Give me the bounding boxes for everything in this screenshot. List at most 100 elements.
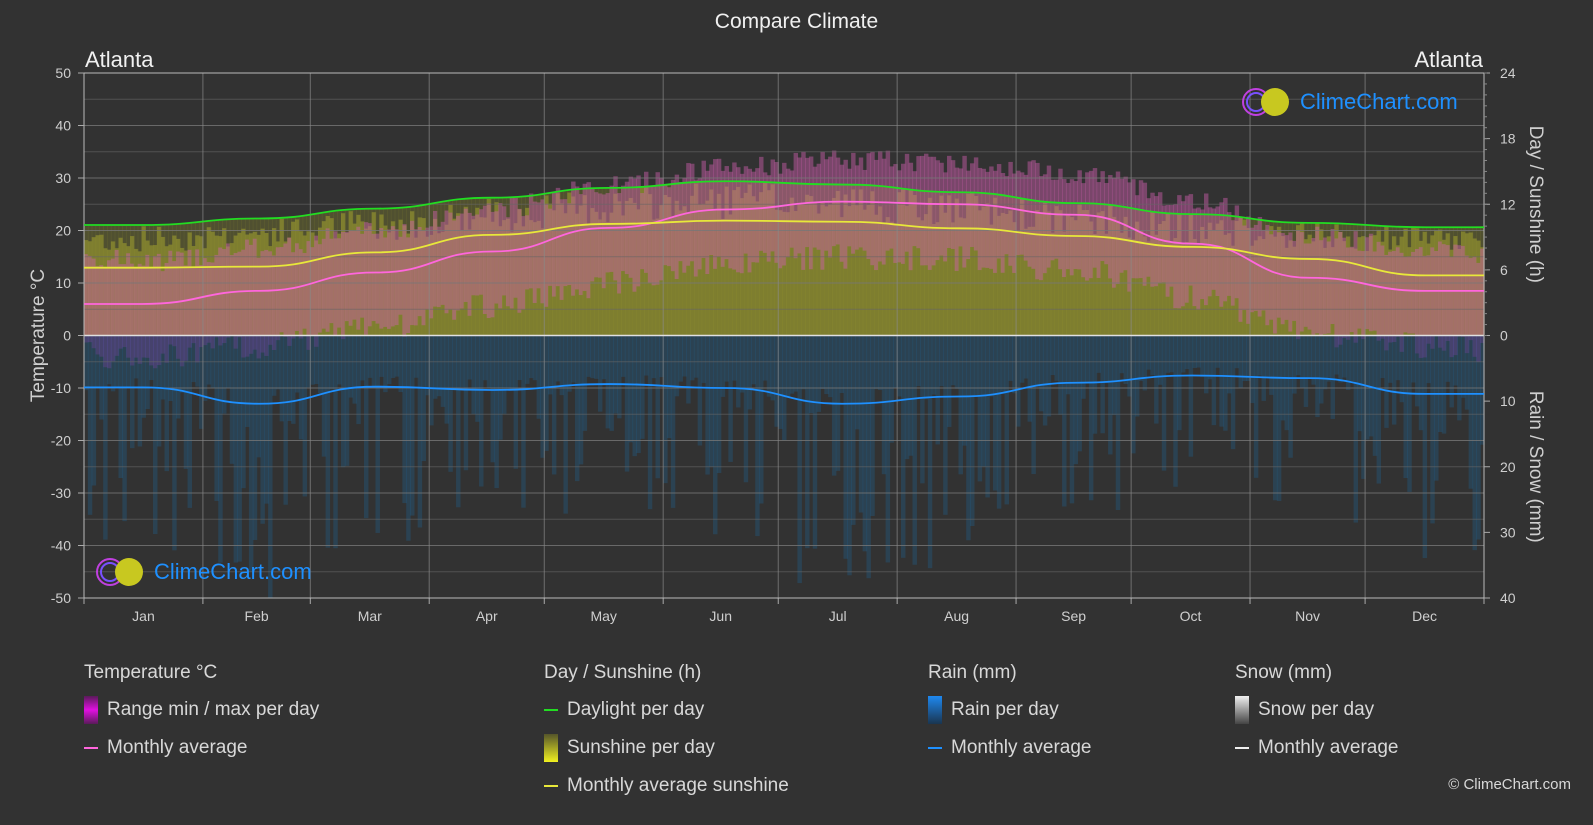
temp-range-bar	[801, 151, 806, 270]
legend-label: Daylight per day	[567, 699, 705, 720]
temp-range-bar	[1115, 171, 1121, 284]
temp-range-bar	[663, 184, 668, 266]
line-swatch-icon	[928, 747, 942, 749]
rain-bar	[532, 335, 538, 381]
rain-bar	[248, 335, 254, 572]
legend-label: Monthly average sunshine	[567, 775, 789, 796]
rain-bar	[1004, 335, 1009, 505]
rain-bar	[1326, 335, 1332, 382]
rain-bar	[513, 335, 519, 469]
rain-bar	[1042, 335, 1048, 426]
rain-bar	[110, 335, 116, 392]
range-swatch-icon	[84, 696, 98, 724]
temp-range-bar	[429, 226, 434, 319]
rain-bar	[317, 335, 323, 394]
city-left-label: Atlanta	[85, 47, 154, 72]
temp-range-bar	[816, 163, 822, 250]
watermark-text: ClimeChart.com	[1300, 89, 1458, 114]
temp-range-bar	[1449, 257, 1454, 336]
temp-range-bar	[1326, 241, 1332, 334]
rain-bar	[843, 335, 848, 559]
temp-range-bar	[559, 199, 565, 300]
rain-bar	[1204, 335, 1209, 394]
rain-bar	[1131, 335, 1136, 454]
rain-bar	[356, 335, 361, 425]
temp-range-bar	[1388, 251, 1393, 336]
rain-bar	[1445, 335, 1451, 382]
rain-bar	[302, 335, 308, 497]
legend-label: Snow per day	[1258, 699, 1375, 720]
legend-rain: Rain (mm) Rain per day Monthly average	[928, 662, 1091, 774]
rain-bar	[233, 335, 239, 563]
temp-range-bar	[1031, 160, 1036, 269]
temp-range-bar	[586, 182, 591, 299]
rain-bar	[970, 335, 975, 527]
rain-bar	[1418, 335, 1424, 431]
legend-item: Sunshine per day	[544, 734, 789, 762]
temp-range-bar	[1476, 262, 1481, 336]
y-right-tick-label: 10	[1500, 393, 1516, 409]
rain-bar	[1173, 335, 1178, 487]
temp-range-bar	[935, 160, 940, 261]
rain-bar	[1069, 335, 1075, 504]
temp-range-bar	[164, 262, 169, 336]
city-right-label: Atlanta	[1414, 47, 1484, 72]
temp-range-bar	[927, 156, 933, 270]
rain-bar	[1177, 335, 1182, 431]
rain-bar	[805, 335, 810, 549]
temp-range-bar	[1468, 258, 1474, 336]
temp-range-bar	[356, 226, 361, 330]
rain-bar	[724, 335, 729, 382]
temp-range-bar	[133, 267, 139, 336]
rain-bar	[1227, 335, 1232, 394]
rain-bar	[1330, 335, 1336, 419]
temp-range-bar	[578, 194, 584, 296]
temp-range-bar	[993, 170, 998, 273]
temp-range-bar	[364, 222, 369, 335]
rain-bar	[321, 335, 327, 457]
rain-bar	[179, 335, 185, 393]
rain-bar	[479, 335, 484, 487]
y-right-tick-label: 6	[1500, 262, 1508, 278]
temp-range-bar	[528, 193, 534, 289]
rain-bar	[1000, 335, 1006, 392]
rain-bar	[1265, 335, 1270, 377]
rain-bar	[176, 335, 181, 419]
rain-bar	[271, 335, 277, 396]
rain-bar	[1234, 335, 1240, 369]
rain-bar	[1085, 335, 1090, 383]
rain-bar	[1338, 335, 1343, 383]
rain-bar	[360, 335, 365, 381]
rain-bar	[444, 335, 449, 424]
snow-swatch-icon	[1235, 696, 1249, 724]
rain-bar	[1403, 335, 1408, 479]
temp-range-bar	[433, 210, 438, 307]
rain-bar	[1165, 335, 1171, 373]
temp-range-bar	[751, 171, 756, 263]
rain-bar	[1016, 335, 1021, 427]
watermark-top: ClimeChart.com	[1240, 86, 1458, 118]
temp-range-bar	[962, 155, 967, 268]
temp-range-bar	[1395, 247, 1401, 336]
temp-range-bar	[1111, 177, 1117, 288]
temp-range-bar	[590, 188, 595, 282]
rain-bar	[1023, 335, 1029, 379]
temp-range-bar	[908, 162, 914, 271]
temp-range-bar	[1134, 195, 1140, 279]
temp-range-bar	[877, 151, 883, 262]
temp-range-bar	[118, 264, 123, 336]
temp-range-bar	[1039, 176, 1044, 281]
rain-bar	[962, 335, 967, 446]
temp-range-bar	[122, 264, 127, 336]
rain-bar	[839, 335, 845, 394]
temp-range-bar	[567, 203, 572, 286]
temp-range-bar	[1368, 233, 1374, 332]
rain-bar	[628, 335, 634, 443]
rain-bar	[950, 335, 956, 386]
rain-bar	[133, 335, 139, 379]
rain-bar	[567, 335, 572, 392]
legend-item: Rain per day	[928, 696, 1091, 724]
temp-range-bar	[340, 231, 346, 336]
rain-bar	[1077, 335, 1082, 452]
line-swatch-icon	[544, 785, 558, 787]
